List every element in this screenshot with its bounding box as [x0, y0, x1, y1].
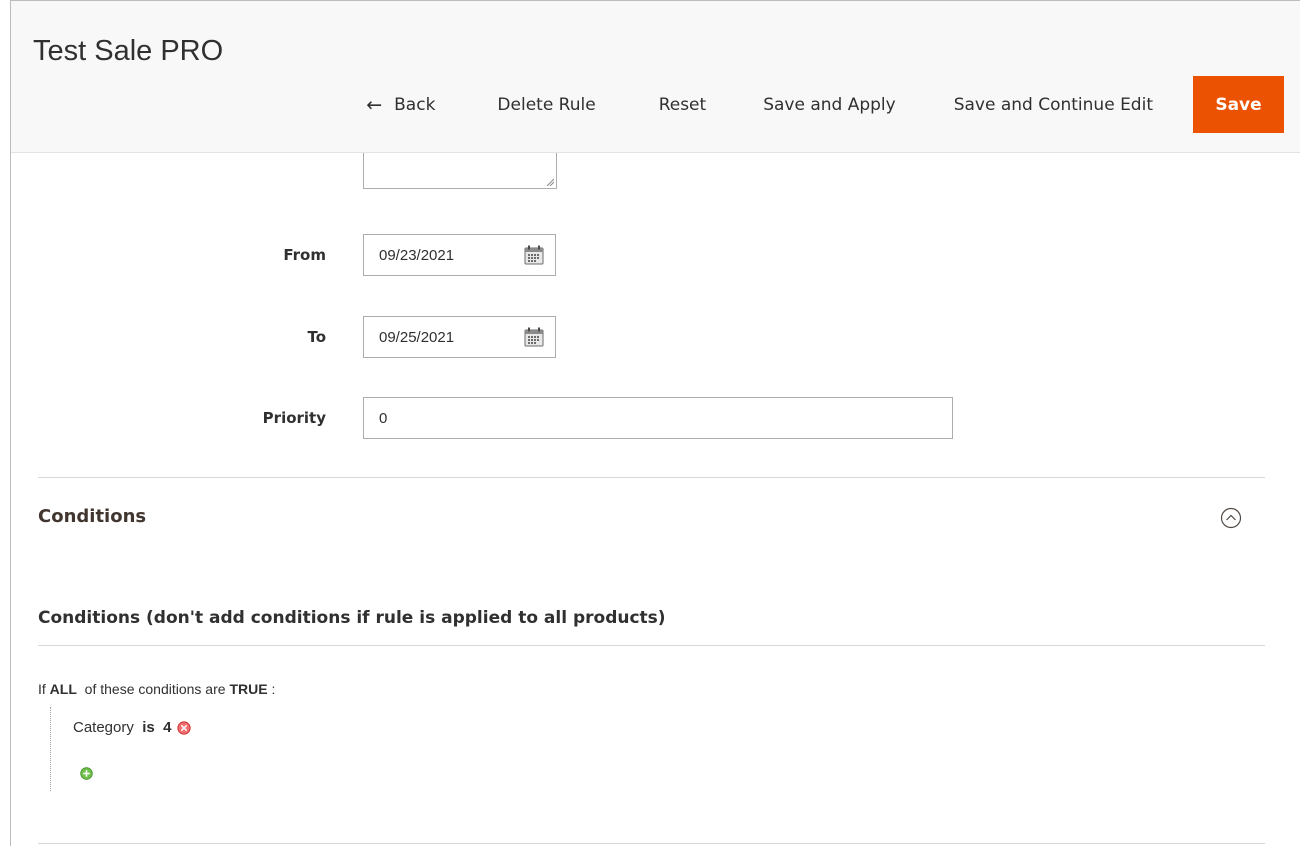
rule-aggregator-line: If ALL of these conditions are TRUE : — [38, 681, 275, 697]
priority-label: Priority — [262, 409, 326, 427]
priority-input[interactable]: 0 — [363, 397, 953, 439]
rule-aggregator-select[interactable]: ALL — [50, 681, 77, 697]
rule-prefix: If — [38, 681, 46, 697]
priority-value: 0 — [379, 409, 388, 427]
calendar-icon[interactable] — [523, 326, 545, 348]
save-and-continue-edit-button[interactable]: Save and Continue Edit — [954, 76, 1153, 133]
to-date-input[interactable]: 09/25/2021 — [363, 316, 556, 358]
delete-rule-button[interactable]: Delete Rule — [497, 76, 595, 133]
conditions-fieldset-legend: Conditions (don't add conditions if rule… — [38, 608, 666, 628]
save-and-apply-button[interactable]: Save and Apply — [763, 76, 896, 133]
fieldset-divider — [38, 645, 1265, 646]
save-button[interactable]: Save — [1193, 76, 1284, 133]
condition-tree-line — [50, 707, 52, 791]
back-label: Back — [394, 94, 436, 115]
rule-value-select[interactable]: TRUE — [229, 681, 267, 697]
condition-item: Category is 4 — [73, 719, 192, 736]
condition-value[interactable]: 4 — [163, 719, 171, 736]
page-title: Test Sale PRO — [33, 35, 224, 67]
back-arrow-icon: ← — [366, 93, 383, 116]
description-textarea[interactable] — [363, 153, 557, 189]
resize-grip-icon[interactable] — [546, 178, 554, 186]
to-label: To — [307, 328, 326, 346]
section-divider — [38, 477, 1265, 478]
back-button[interactable]: ← Back — [366, 76, 435, 133]
to-date-value: 09/25/2021 — [379, 328, 455, 346]
page-frame: Test Sale PRO ← Back Delete Rule Reset S… — [10, 0, 1300, 846]
from-label: From — [283, 246, 326, 264]
add-condition-icon[interactable] — [80, 767, 93, 780]
page-header: Test Sale PRO ← Back Delete Rule Reset S… — [11, 1, 1300, 153]
condition-operator[interactable]: is — [142, 719, 155, 736]
calendar-icon[interactable] — [523, 244, 545, 266]
collapse-chevron-up-icon[interactable] — [1220, 507, 1242, 529]
page-actions: ← Back Delete Rule Reset Save and Apply … — [366, 76, 1284, 133]
from-date-value: 09/23/2021 — [379, 246, 455, 264]
from-date-input[interactable]: 09/23/2021 — [363, 234, 556, 276]
bottom-divider — [38, 843, 1265, 844]
rule-suffix: : — [271, 681, 276, 697]
condition-attribute: Category — [73, 719, 134, 736]
remove-condition-icon[interactable] — [177, 720, 192, 735]
reset-button[interactable]: Reset — [659, 76, 707, 133]
rule-middle-text: of these conditions are — [84, 681, 226, 697]
conditions-section-title[interactable]: Conditions — [38, 506, 146, 527]
